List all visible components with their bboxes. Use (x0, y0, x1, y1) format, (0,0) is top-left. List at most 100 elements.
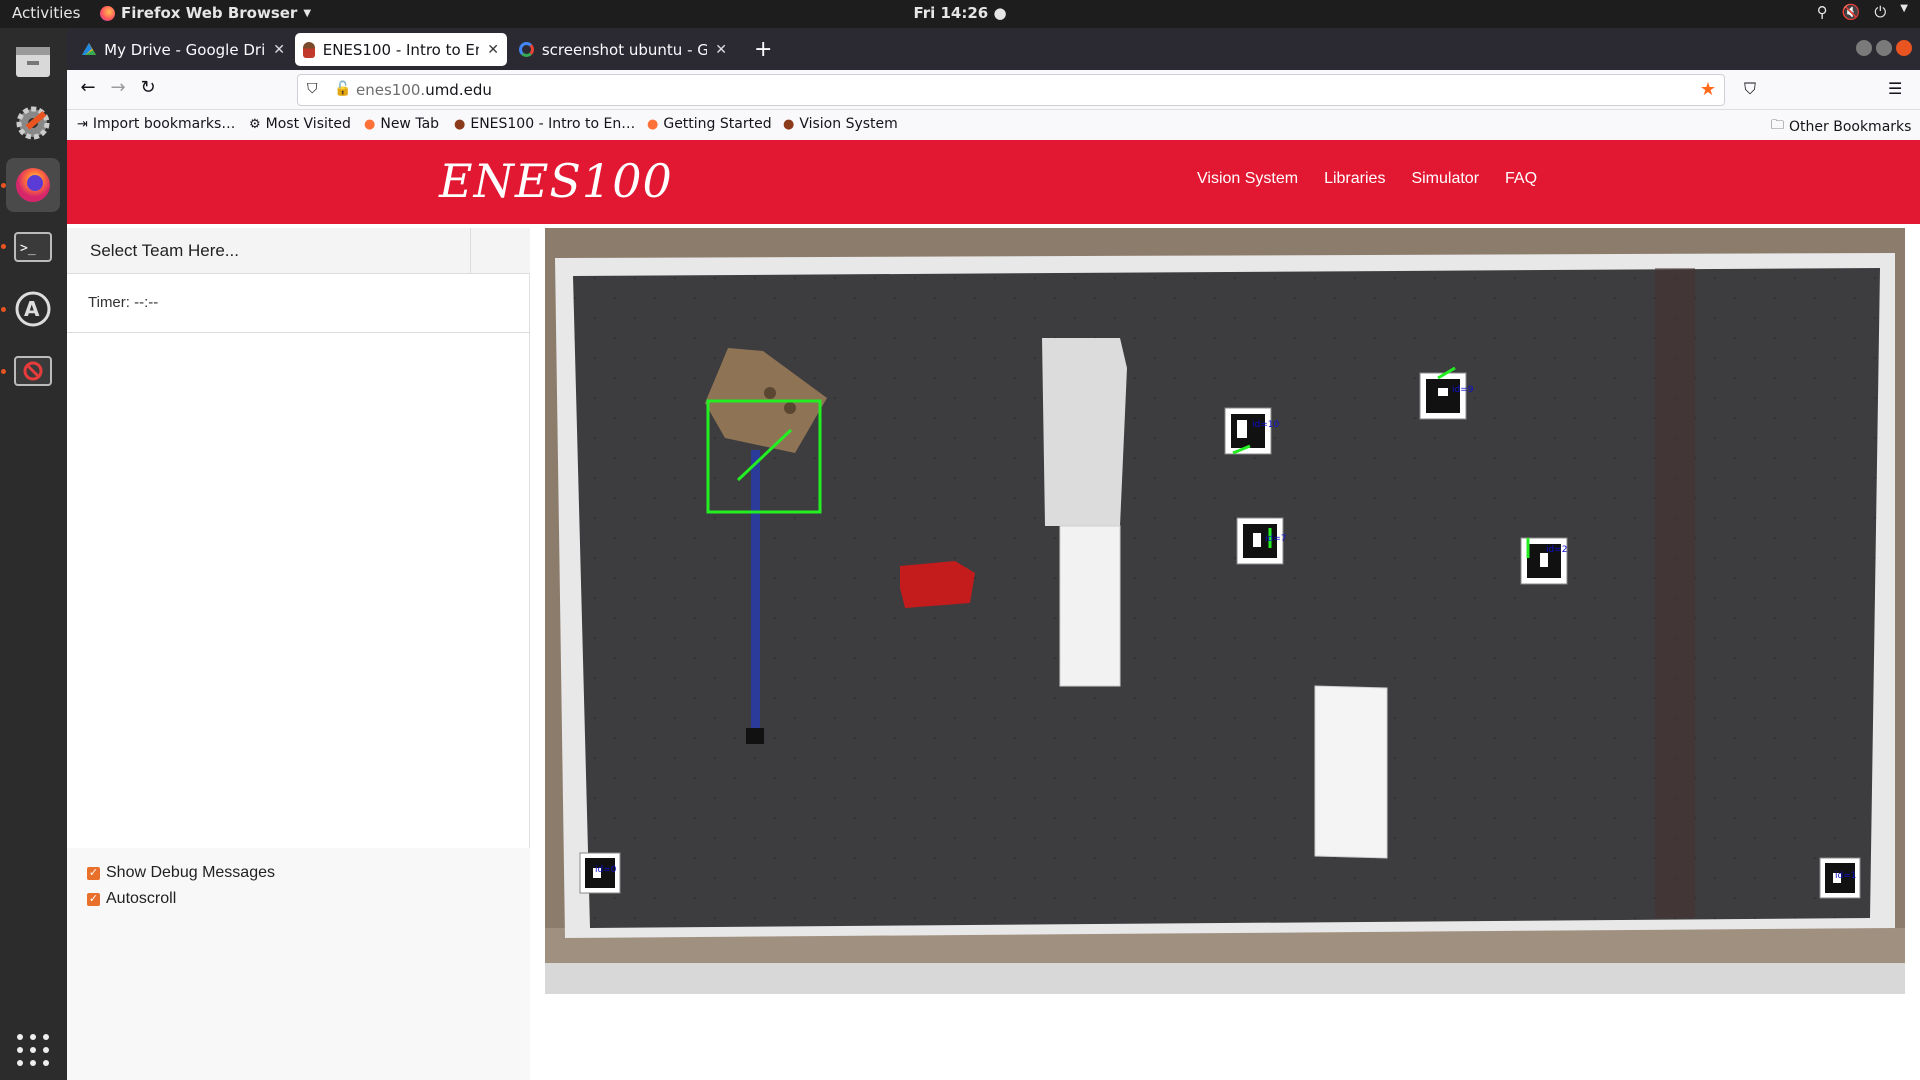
prohibited-icon (14, 356, 52, 386)
arena-shadow (1655, 268, 1695, 918)
checkbox-checked-icon[interactable]: ✓ (87, 866, 100, 880)
bookmark-most-visited[interactable]: ⚙ Most Visited (249, 116, 351, 132)
tab-enes100[interactable]: ENES100 - Intro to Engineering ✕ (295, 33, 507, 66)
timer: Timer: --:-- (88, 294, 159, 311)
reload-icon[interactable]: ↻ (135, 77, 161, 98)
autoscroll-checkbox[interactable]: ✓ Autoscroll (87, 890, 176, 908)
box-hole (764, 387, 776, 399)
google-icon (519, 42, 534, 57)
bookmark-label: Other Bookmarks (1789, 119, 1912, 135)
enes100-favicon-icon (303, 41, 315, 58)
marker-label: id=0 (595, 865, 617, 875)
system-tray[interactable]: ⚲ 🔇 ⏻ ▼ (1817, 3, 1908, 21)
bookmark-other[interactable]: 🗀 Other Bookmarks (1771, 116, 1911, 138)
dock-software-updater[interactable]: A (6, 282, 60, 336)
insecure-lock-icon[interactable]: 🔓 (334, 81, 351, 97)
url-prefix: enes100. (356, 81, 426, 99)
marker-label: id=7 (1265, 534, 1286, 544)
forward-icon[interactable]: → (105, 77, 131, 98)
notification-dot-icon: ● (993, 4, 1007, 22)
nav-toolbar: ← → ↻ ⛉ 🔓 enes100.umd.edu ★ ⛉ ☰ (67, 70, 1920, 110)
bookmark-import[interactable]: ⇥ Import bookmarks… (77, 116, 235, 132)
folder-icon: 🗀 (1771, 118, 1785, 133)
bookmark-label: Getting Started (663, 116, 772, 132)
close-tab-icon[interactable]: ✕ (715, 42, 727, 58)
checkbox-label: Show Debug Messages (106, 864, 275, 881)
tab-google-drive[interactable]: My Drive - Google Drive ✕ (73, 33, 293, 66)
vision-camera-feed: id=10 id=9 id=7 id=2 id=0 id=1 (545, 228, 1905, 994)
marker-label: id=1 (1835, 871, 1856, 881)
nav-vision-system[interactable]: Vision System (1197, 170, 1298, 188)
page-content: ENES100 Vision System Libraries Simulato… (67, 140, 1920, 1080)
gear-icon: ⚙ (249, 116, 261, 132)
enes100-favicon-icon: ● (783, 116, 795, 132)
aruco-marker: id=7 (1236, 517, 1286, 565)
shield-icon[interactable]: ⛉ (307, 81, 318, 97)
control-panel: Select Team Here... Timer: --:-- ✓ Show … (67, 228, 530, 1080)
running-indicator (1, 183, 6, 188)
dock-files[interactable] (6, 34, 60, 88)
show-debug-checkbox[interactable]: ✓ Show Debug Messages (87, 864, 275, 882)
debug-options: ✓ Show Debug Messages ✓ Autoscroll (67, 848, 530, 1080)
bookmark-label: Import bookmarks… (92, 116, 236, 132)
site-logo[interactable]: ENES100 (439, 154, 673, 208)
import-icon: ⇥ (77, 116, 88, 132)
obstacle (1042, 338, 1127, 526)
aruco-marker: id=9 (1419, 366, 1474, 420)
nav-faq[interactable]: FAQ (1505, 170, 1537, 188)
bookmark-vision-system[interactable]: ● Vision System (783, 116, 898, 132)
svg-text:>_: >_ (20, 241, 36, 256)
tab-title: screenshot ubuntu - Google Search (541, 40, 708, 59)
files-icon (16, 47, 50, 77)
firefox-icon: ● (647, 116, 659, 132)
aruco-marker: id=10 (1224, 407, 1279, 455)
url-domain: umd.edu (425, 81, 492, 99)
url-text[interactable]: enes100.umd.edu (356, 81, 492, 99)
bookmark-label: Vision System (799, 116, 898, 132)
bookmark-enes100[interactable]: ● ENES100 - Intro to En… (454, 116, 635, 132)
site-header: ENES100 Vision System Libraries Simulato… (67, 140, 1920, 224)
tab-title: ENES100 - Intro to Engineering (322, 40, 480, 59)
running-indicator (1, 369, 6, 374)
firefox-icon: ● (364, 116, 376, 132)
close-tab-icon[interactable]: ✕ (273, 42, 285, 58)
maximize-icon[interactable] (1876, 40, 1892, 56)
menu-icon[interactable]: ☰ (1888, 79, 1902, 98)
tab-google-search[interactable]: screenshot ubuntu - Google Search ✕ (511, 33, 735, 66)
dock-terminal[interactable]: >_ (6, 220, 60, 274)
show-applications-icon[interactable] (17, 1034, 49, 1066)
back-icon[interactable]: ← (75, 77, 101, 98)
firefox-icon (16, 168, 50, 202)
dock-firefox[interactable] (6, 158, 60, 212)
dock-settings[interactable] (6, 96, 60, 150)
aruco-marker: id=1 (1819, 857, 1861, 899)
firefox-window: My Drive - Google Drive ✕ ENES100 - Intr… (67, 28, 1920, 1080)
new-tab-icon[interactable]: + (754, 37, 772, 62)
checkbox-checked-icon[interactable]: ✓ (87, 892, 100, 906)
url-bar[interactable]: ⛉ 🔓 enes100.umd.edu ★ (297, 74, 1725, 106)
bookmark-label: New Tab (380, 116, 440, 132)
bookmark-new-tab[interactable]: ● New Tab (364, 116, 439, 132)
software-updater-icon: A (15, 291, 51, 327)
running-indicator (1, 307, 6, 312)
close-tab-icon[interactable]: ✕ (487, 42, 499, 58)
bookmark-label: ENES100 - Intro to En… (470, 116, 636, 132)
marker-label: id=10 (1252, 420, 1279, 430)
tab-title: My Drive - Google Drive (104, 40, 266, 59)
bookmark-star-icon[interactable]: ★ (1700, 79, 1716, 100)
bookmark-getting-started[interactable]: ● Getting Started (647, 116, 772, 132)
pocket-icon[interactable]: ⛉ (1744, 79, 1756, 99)
nav-simulator[interactable]: Simulator (1411, 170, 1479, 188)
aruco-marker: id=2 (1520, 537, 1568, 585)
minimize-icon[interactable] (1856, 40, 1872, 56)
dock-blocked-app[interactable] (6, 344, 60, 398)
red-block (900, 561, 975, 608)
team-select-label: Select Team Here... (90, 241, 239, 260)
team-select[interactable]: Select Team Here... (67, 228, 530, 274)
close-window-icon[interactable] (1896, 40, 1912, 56)
floor-tiles (545, 963, 1905, 994)
nav-libraries[interactable]: Libraries (1324, 170, 1385, 188)
aruco-marker: id=0 (579, 852, 621, 894)
clock[interactable]: Fri 14:26 ● (0, 4, 1920, 22)
terminal-icon: >_ (14, 232, 52, 262)
